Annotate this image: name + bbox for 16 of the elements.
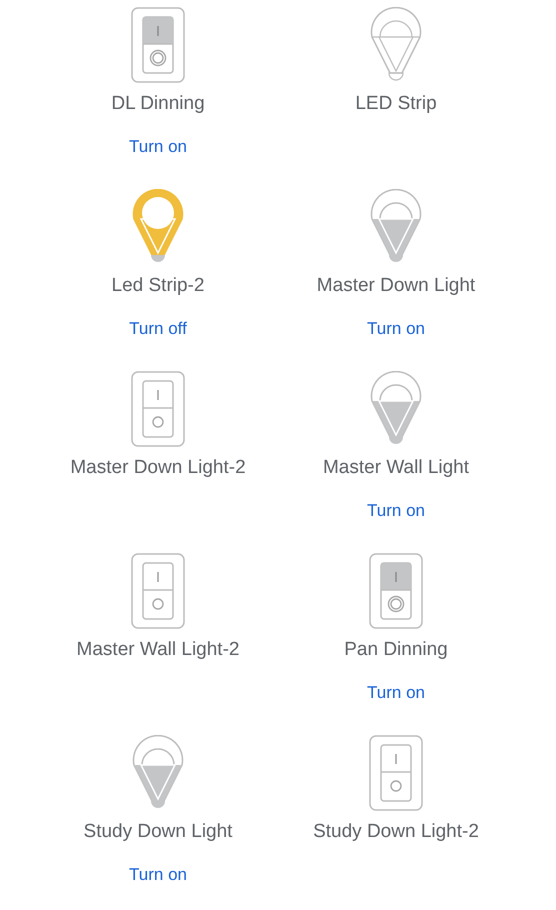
device-name: Study Down Light bbox=[84, 821, 232, 843]
device-name: Study Down Light-2 bbox=[313, 821, 479, 843]
toggle-link[interactable]: Turn off bbox=[129, 318, 187, 340]
toggle-link[interactable]: Turn on bbox=[367, 318, 425, 340]
device-name: Master Down Light-2 bbox=[70, 457, 246, 479]
toggle-link[interactable]: Turn on bbox=[129, 864, 187, 886]
device-name: Led Strip-2 bbox=[112, 275, 204, 297]
device-name: Master Wall Light-2 bbox=[76, 639, 240, 661]
device-name: Pan Dinning bbox=[344, 639, 448, 661]
device-name: Master Wall Light bbox=[322, 457, 470, 479]
device-name: Master Down Light bbox=[316, 275, 476, 297]
device-name: DL Dinning bbox=[111, 93, 205, 115]
toggle-link[interactable]: Turn on bbox=[367, 500, 425, 522]
device-name: LED Strip bbox=[355, 93, 437, 115]
toggle-link[interactable]: Turn on bbox=[367, 682, 425, 704]
toggle-link[interactable]: Turn on bbox=[129, 136, 187, 158]
